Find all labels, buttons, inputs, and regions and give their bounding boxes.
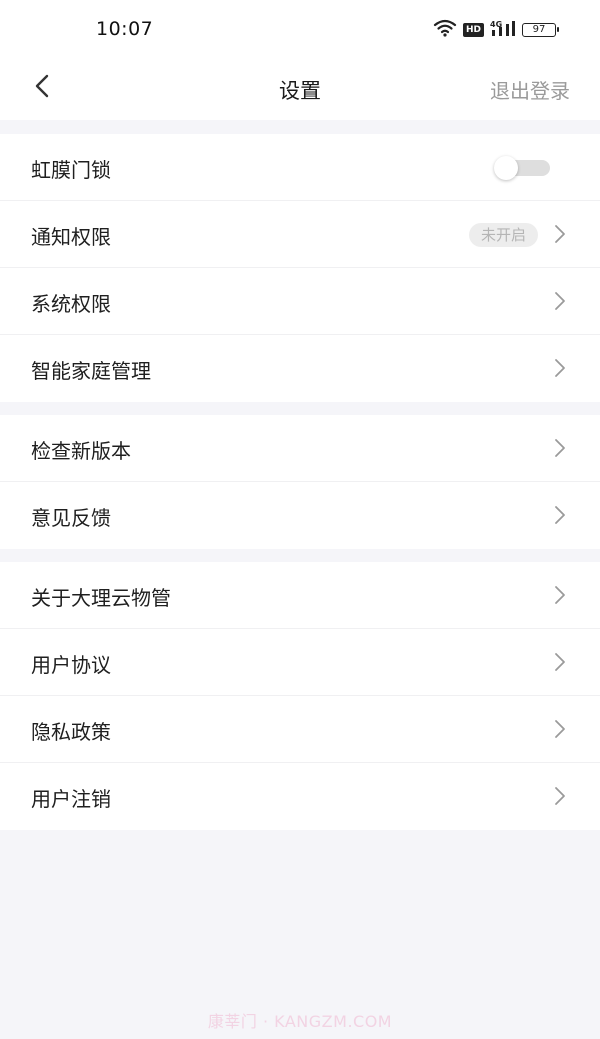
status-time: 10:07: [96, 18, 154, 40]
settings-row-about[interactable]: 关于大理云物管: [0, 562, 600, 629]
toggle-knob: [494, 156, 518, 180]
row-label: 意见反馈: [31, 506, 111, 530]
row-label: 用户注销: [31, 787, 111, 811]
row-label: 检查新版本: [31, 439, 131, 463]
status-badge: 未开启: [468, 223, 538, 247]
chevron-right-icon: [552, 505, 568, 525]
chevron-right-icon: [552, 438, 568, 458]
chevron-right-icon: [552, 224, 568, 244]
status-icons: HD 4G 97: [433, 19, 559, 41]
chevron-right-icon: [552, 652, 568, 672]
hd-badge: HD: [462, 23, 484, 37]
chevron-right-icon: [552, 291, 568, 311]
wifi-icon: [433, 19, 457, 41]
row-label: 用户协议: [31, 653, 111, 677]
chevron-right-icon: [552, 585, 568, 605]
chevron-right-icon: [552, 358, 568, 378]
battery-icon: 97: [522, 23, 559, 37]
watermark: 康莘门 · KANGZM.COM: [207, 1012, 393, 1031]
row-label: 通知权限: [31, 225, 111, 249]
row-label: 关于大理云物管: [31, 586, 171, 610]
nav-bar: 设置 退出登录: [0, 58, 600, 120]
logout-button[interactable]: 退出登录: [490, 75, 570, 104]
cellular-signal-icon: 4G: [490, 19, 516, 41]
settings-row-delete-account[interactable]: 用户注销: [0, 763, 600, 830]
settings-row-feedback[interactable]: 意见反馈: [0, 482, 600, 549]
settings-row-privacy-policy[interactable]: 隐私政策: [0, 696, 600, 763]
row-label: 智能家庭管理: [31, 359, 151, 383]
status-bar: 10:07 HD 4G 97: [0, 0, 600, 58]
row-label: 系统权限: [31, 292, 111, 316]
settings-row-iris-lock: 虹膜门锁: [0, 134, 600, 201]
chevron-right-icon: [552, 786, 568, 806]
iris-lock-toggle[interactable]: [494, 156, 550, 180]
row-label: 虹膜门锁: [31, 158, 111, 182]
settings-group-3: 关于大理云物管 用户协议 隐私政策 用户注销: [0, 562, 600, 830]
settings-row-check-update[interactable]: 检查新版本: [0, 415, 600, 482]
settings-row-user-agreement[interactable]: 用户协议: [0, 629, 600, 696]
settings-row-smart-home[interactable]: 智能家庭管理: [0, 335, 600, 402]
chevron-right-icon: [552, 719, 568, 739]
settings-group-2: 检查新版本 意见反馈: [0, 415, 600, 549]
settings-row-system-permission[interactable]: 系统权限: [0, 268, 600, 335]
row-label: 隐私政策: [31, 720, 111, 744]
settings-row-notification-permission[interactable]: 通知权限 未开启: [0, 201, 600, 268]
settings-group-1: 虹膜门锁 通知权限 未开启 系统权限 智能家庭管理: [0, 134, 600, 402]
